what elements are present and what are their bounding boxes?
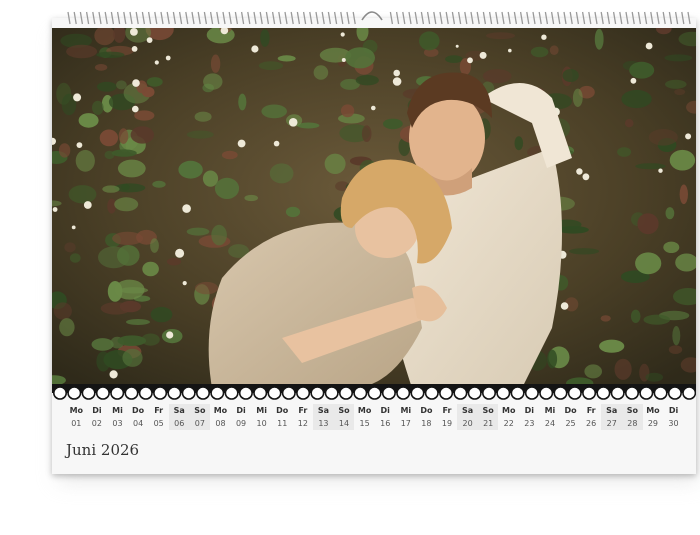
weekday-label: Sa [461,406,474,415]
weekday-label: Do [420,406,433,415]
weekday-label: Do [564,406,577,415]
weekday-label: So [626,406,638,415]
day-cell: Sa 13 [313,404,334,430]
date-number: 07 [194,419,205,428]
weekday-label: Mo [213,406,228,415]
day-cell: Fr 26 [581,404,602,430]
day-cell: Mi 10 [251,404,272,430]
date-number: 02 [91,419,102,428]
weekday-label: Do [276,406,289,415]
date-number: 28 [627,419,638,428]
weekday-label: Mo [646,406,660,415]
weekday-label: So [338,406,350,415]
day-cell: So 21 [477,404,499,430]
weekday-label: So [194,406,206,415]
weekday-label: Fr [154,406,164,415]
day-cell: Do 18 [416,404,437,430]
day-cell: So 28 [622,404,643,430]
date-number: 20 [462,419,473,428]
date-number: 12 [297,419,308,428]
date-number: 03 [112,419,123,428]
day-cell: Fr 12 [293,404,314,430]
date-number: 13 [318,419,329,428]
date-number: 29 [647,419,659,428]
scallop-border [52,384,696,400]
date-number: 08 [215,419,226,428]
weekday-label: Do [132,406,145,415]
weekday-label: Di [524,406,535,415]
weekday-label: Mo [69,406,84,415]
date-number: 01 [71,419,82,428]
day-cell: Do 11 [272,404,293,430]
date-number: 27 [606,419,617,428]
weekday-label: Di [236,406,246,415]
date-number: 09 [235,419,247,428]
day-cell: Mo 22 [498,404,519,430]
date-number: 17 [400,419,411,428]
weekday-label: Fr [298,406,308,415]
date-number: 10 [256,419,267,428]
weekday-label: Mi [256,406,267,415]
day-cell: Sa 06 [168,404,190,430]
date-number: 05 [153,419,164,428]
date-number: 21 [483,419,494,428]
weekday-label: Fr [442,406,452,415]
date-number: 26 [586,419,597,428]
date-number: 06 [174,419,185,428]
day-cell: Fr 05 [148,404,169,430]
day-cell: Di 30 [663,404,684,430]
day-cell: Do 25 [560,404,581,430]
weekday-label: Sa [317,406,329,415]
date-number: 25 [565,419,576,428]
date-number: 16 [380,419,391,428]
day-cell: Di 23 [519,404,540,430]
day-strip: Mo 01 Di 02 Mi 03 Do 04 Fr 05 Sa 06 So 07 Mo 08 Di 09 Mi 10… [66,404,684,430]
weekday-label: Mi [112,406,123,415]
day-cell: Mi 24 [540,404,561,430]
date-number: 19 [441,419,453,428]
day-cell: Mo 29 [643,404,664,430]
day-cell: So 07 [189,404,211,430]
day-cell: So 14 [333,404,355,430]
weekday-label: Sa [606,406,618,415]
month-label: Juni 2026 [66,441,140,459]
day-cell: Mo 08 [210,404,231,430]
weekday-label: So [482,406,494,415]
date-number: 30 [668,419,679,428]
wire-binding [67,11,691,25]
date-number: 24 [544,419,556,428]
weekday-label: Fr [586,406,596,415]
date-number: 04 [132,419,144,428]
day-cell: Mo 01 [66,404,87,430]
day-cell: Di 09 [231,404,252,430]
date-number: 22 [503,419,514,428]
day-cell: Do 04 [128,404,149,430]
date-number: 18 [421,419,432,428]
day-cell: Mi 03 [107,404,128,430]
weekday-label: Di [92,406,102,415]
day-cell: Di 02 [87,404,108,430]
weekday-label: Di [668,406,679,415]
weekday-label: Mo [502,406,516,415]
day-cell: Di 16 [375,404,396,430]
weekday-label: Sa [173,406,185,415]
hanger-hook [361,11,383,21]
day-cell: Sa 27 [601,404,623,430]
day-cell: Sa 20 [457,404,478,430]
day-cell: Mo 15 [354,404,375,430]
weekday-label: Mo [357,406,372,415]
weekday-label: Di [380,406,390,415]
day-cell: Mi 17 [396,404,417,430]
day-cell: Fr 19 [437,404,458,430]
weekday-label: Mi [544,406,556,415]
weekday-label: Mi [400,406,412,415]
date-number: 23 [524,419,535,428]
date-number: 11 [277,419,288,428]
calendar-photo [52,28,696,388]
date-number: 14 [338,419,350,428]
date-number: 15 [359,419,370,428]
